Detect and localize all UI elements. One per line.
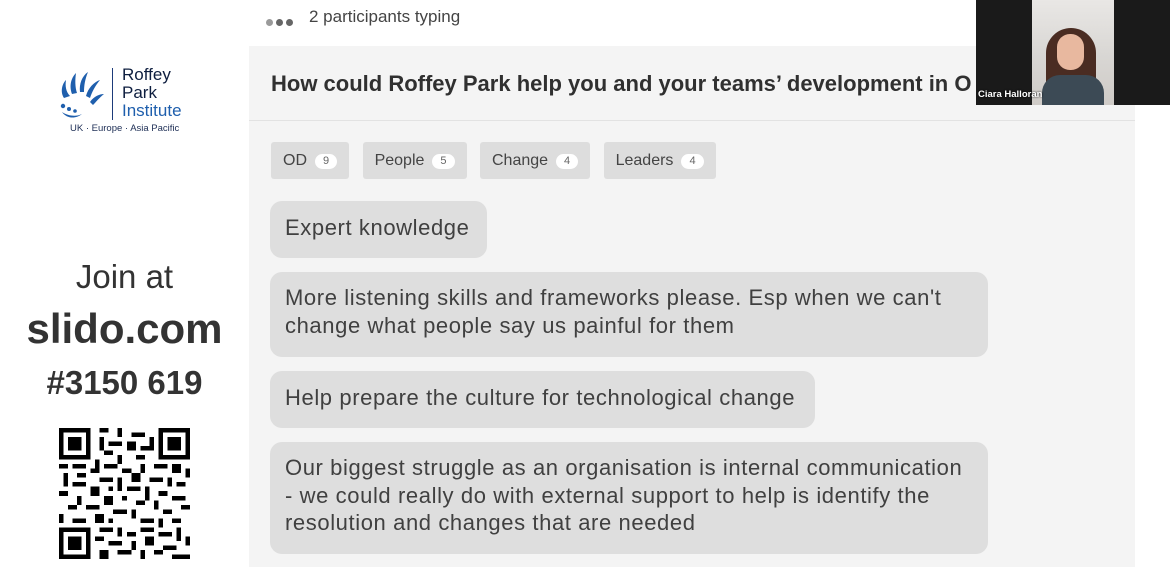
answers-list: Expert knowledge More listening skills a… [270, 201, 990, 567]
question-title: How could Roffey Park help you and your … [271, 71, 972, 96]
participant-video-feed [1032, 0, 1114, 105]
typing-status-text: 2 participants typing [309, 7, 461, 26]
keyword-label: OD [283, 152, 307, 169]
keyword-chip-leaders[interactable]: Leaders 4 [603, 142, 716, 179]
keyword-label: Leaders [615, 152, 674, 169]
logo-text-park: Park [122, 83, 157, 102]
keyword-chip-change[interactable]: Change 4 [479, 142, 591, 179]
roffey-park-logo: Roffey Park Institute UK · Europe · Asia… [58, 66, 208, 136]
slido-sidebar: Roffey Park Institute UK · Europe · Asia… [0, 0, 249, 567]
keyword-label: People [374, 152, 425, 169]
answer-bubble: More listening skills and frameworks ple… [270, 272, 988, 357]
logo-text-roffey: Roffey [122, 65, 171, 84]
typing-dots-icon [266, 13, 296, 26]
event-code: #3150 619 [46, 364, 203, 401]
keyword-count: 5 [432, 154, 455, 169]
keyword-count: 4 [681, 154, 704, 169]
answer-bubble: Help prepare the culture for technologic… [270, 371, 815, 428]
answer-bubble: Expert knowledge [270, 201, 487, 258]
keyword-chip-people[interactable]: People 5 [362, 142, 467, 179]
join-at-label: Join at [75, 258, 174, 295]
logo-divider [112, 68, 113, 120]
qr-code-icon [59, 428, 190, 559]
slido-domain: slido.com [26, 305, 223, 352]
keyword-chip-od[interactable]: OD 9 [271, 142, 350, 179]
roffey-park-emblem-icon [60, 72, 104, 118]
open-text-poll: How could Roffey Park help you and your … [249, 46, 1135, 567]
logo-text-institute: Institute [122, 101, 182, 120]
participant-name-label: Ciara Halloran [978, 89, 1043, 100]
keyword-count: 4 [556, 154, 579, 169]
keyword-count: 9 [315, 154, 338, 169]
participant-video-tile[interactable]: Ciara Halloran [976, 0, 1170, 105]
answer-bubble: Our biggest struggle as an organisation … [270, 442, 988, 554]
keyword-label: Change [491, 152, 549, 169]
keyword-filters: OD 9 People 5 Change 4 Leaders 4 [271, 142, 725, 179]
logo-tagline: UK · Europe · Asia Pacific [70, 123, 180, 134]
